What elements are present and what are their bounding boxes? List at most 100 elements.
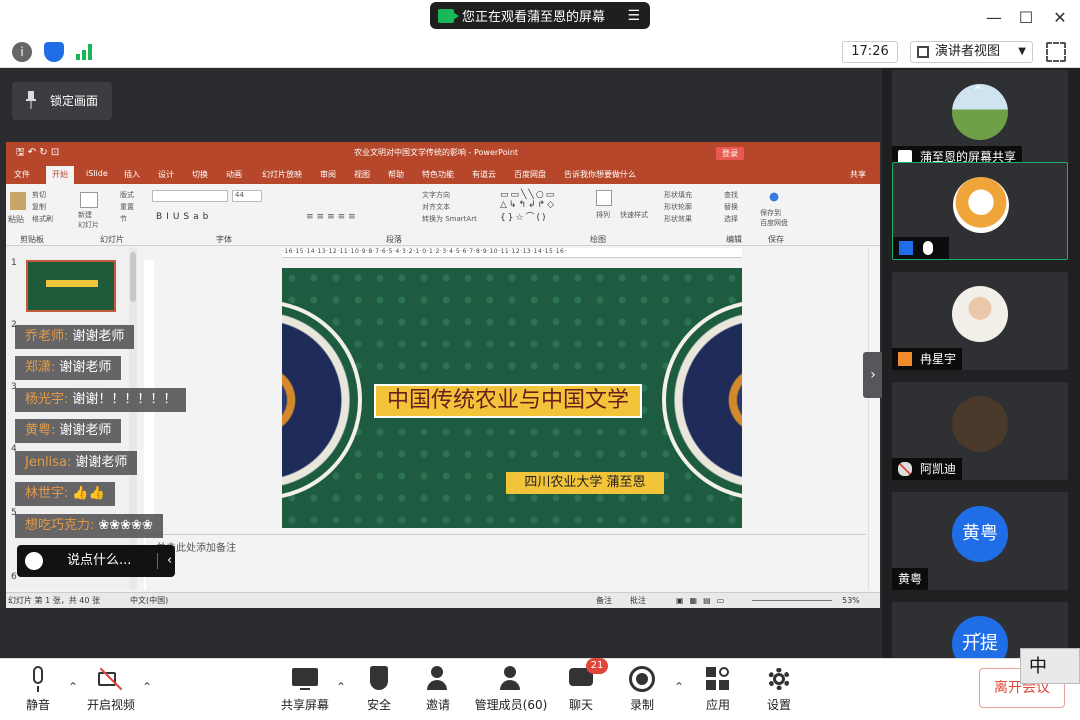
chat-badge: 21 <box>586 658 608 674</box>
login-button[interactable]: 登录 <box>716 147 744 160</box>
comments-toggle[interactable]: 批注 <box>630 593 646 608</box>
slide-thumbnail-1[interactable] <box>26 260 116 312</box>
find-label[interactable]: 查找 <box>724 190 738 200</box>
chevron-down-icon[interactable]: ⌄ <box>972 624 984 640</box>
maximize-icon[interactable]: ☐ <box>1014 6 1038 30</box>
font-format-buttons[interactable]: BIUSab <box>156 212 212 222</box>
tab-youdao[interactable]: 有道云 <box>472 169 496 180</box>
font-name-input[interactable] <box>152 190 228 202</box>
scroll-thumb[interactable] <box>130 252 136 302</box>
reset-label[interactable]: 重置 <box>120 202 134 212</box>
section-label[interactable]: 节 <box>120 214 127 224</box>
ime-indicator[interactable]: 中 <box>1020 648 1080 684</box>
quick-styles-label[interactable]: 快速样式 <box>620 210 648 220</box>
security-shield-icon[interactable] <box>44 42 64 62</box>
zoom-level[interactable]: 53% <box>842 593 860 608</box>
settings-button[interactable]: 设置 <box>744 666 814 713</box>
shape-effects-label[interactable]: 形状效果 <box>664 214 692 224</box>
user-icon <box>898 352 912 366</box>
zoom-slider[interactable] <box>752 600 832 601</box>
tab-islide[interactable]: iSlide <box>86 169 108 178</box>
chevron-up-icon[interactable]: ⌃ <box>972 84 984 100</box>
chevron-up-icon[interactable]: ⌃ <box>142 680 152 694</box>
emoji-icon[interactable] <box>25 552 43 570</box>
close-icon[interactable]: ✕ <box>1048 6 1072 30</box>
manage-members-button[interactable]: 管理成员(60) <box>468 666 554 713</box>
start-video-button[interactable]: 开启视频 <box>76 666 146 713</box>
divider <box>157 553 158 569</box>
tab-file[interactable]: 文件 <box>14 169 30 180</box>
signal-icon[interactable] <box>76 44 94 60</box>
paragraph-buttons[interactable]: ≡≡≡≡≡ <box>306 212 359 222</box>
mute-button[interactable]: 静音 <box>3 666 73 713</box>
chat-button[interactable]: 21 聊天 <box>546 658 616 713</box>
participant-tile[interactable]: 冉星宇 <box>892 272 1068 370</box>
slide-scrollbar[interactable] <box>868 248 880 590</box>
tab-insert[interactable]: 插入 <box>124 169 140 180</box>
ppt-ribbon-tabs: 文件 开始 iSlide 插入 设计 切换 动画 幻灯片放映 审阅 视图 帮助 … <box>6 164 880 184</box>
info-icon[interactable]: i <box>12 42 32 62</box>
apps-button[interactable]: 应用 <box>683 666 753 713</box>
replace-label[interactable]: 替换 <box>724 202 738 212</box>
text-direction-label[interactable]: 文字方向 <box>422 190 450 200</box>
copy-label[interactable]: 复制 <box>32 202 46 212</box>
current-slide[interactable]: 中国传统农业与中国文学 四川农业大学 蒲至恩 <box>282 268 742 528</box>
tab-review[interactable]: 审阅 <box>320 169 336 180</box>
tab-design[interactable]: 设计 <box>158 169 174 180</box>
participant-tile-active[interactable] <box>892 162 1068 260</box>
align-text-label[interactable]: 对齐文本 <box>422 202 450 212</box>
shapes-gallery[interactable]: ▭▭╲╲○▭ △↳↰↲↱◇ {}☆⌒() <box>500 190 580 226</box>
tell-me-search[interactable]: 告诉我你想要做什么 <box>564 169 636 180</box>
participant-tile[interactable]: 黄粤 黄粤 <box>892 492 1068 590</box>
chat-input[interactable]: 说点什么... ‹ <box>17 545 175 577</box>
chat-text: 谢谢老师 <box>59 423 112 438</box>
new-slide-icon[interactable] <box>80 192 98 208</box>
record-button[interactable]: 录制 <box>607 666 677 713</box>
shape-outline-label[interactable]: 形状轮廓 <box>664 202 692 212</box>
tab-features[interactable]: 特色功能 <box>422 169 454 180</box>
participant-name: 阿凯迪 <box>920 462 957 476</box>
font-size-input[interactable]: 44 <box>232 190 262 202</box>
shape-fill-label[interactable]: 形状填充 <box>664 190 692 200</box>
lock-view-button[interactable]: 锁定画面 <box>12 82 112 120</box>
cut-label[interactable]: 剪切 <box>32 190 46 200</box>
participant-tile[interactable]: ⌃ 蒲至恩的屏幕共享 <box>892 70 1068 168</box>
layout-label[interactable]: 版式 <box>120 190 134 200</box>
language-status: 中文(中国) <box>130 596 169 605</box>
tab-slideshow[interactable]: 幻灯片放映 <box>262 169 302 180</box>
tab-home[interactable]: 开始 <box>46 166 74 184</box>
format-painter-label[interactable]: 格式刷 <box>32 214 53 224</box>
ppt-ribbon: 粘贴 剪切 复制 格式刷 新建 幻灯片 版式 重置 节 44 BIUSab ≡≡… <box>6 184 880 246</box>
paste-icon[interactable] <box>10 192 26 210</box>
baidu-cloud-icon[interactable] <box>766 190 782 204</box>
chat-message: 杨光宇: 谢谢！！！！！！ <box>15 388 187 412</box>
chevron-left-icon[interactable]: ‹ <box>167 545 172 577</box>
tab-view[interactable]: 视图 <box>354 169 370 180</box>
menu-icon[interactable]: ☰ <box>627 8 640 24</box>
tab-baidu[interactable]: 百度网盘 <box>514 169 546 180</box>
chat-sender: Jenlisa: <box>25 455 72 470</box>
smartart-label[interactable]: 转换为 SmartArt <box>422 214 477 224</box>
share-screen-button[interactable]: 共享屏幕 <box>270 666 340 713</box>
group-clipboard: 剪贴板 <box>20 235 44 244</box>
notes-toggle[interactable]: 备注 <box>596 593 612 608</box>
tab-transitions[interactable]: 切换 <box>192 169 208 180</box>
tab-animations[interactable]: 动画 <box>226 169 242 180</box>
members-icon <box>498 666 524 692</box>
arrange-icon[interactable] <box>596 190 612 206</box>
slide-counter: 幻灯片 第 1 张，共 40 张 <box>8 596 100 605</box>
tab-help[interactable]: 帮助 <box>388 169 404 180</box>
minimize-icon[interactable]: — <box>982 6 1006 30</box>
save-icon[interactable]: 🖫 ↶ ↻ ⊡ <box>16 142 59 164</box>
collapse-panel-button[interactable]: › <box>863 352 883 398</box>
invite-button[interactable]: 邀请 <box>403 666 473 713</box>
view-buttons[interactable]: ▣▦▤▭ <box>676 593 730 608</box>
screen-share-banner[interactable]: 您正在观看蒲至恩的屏幕 ☰ <box>430 2 650 29</box>
view-mode-select[interactable]: 演讲者视图 ▼ <box>910 41 1033 63</box>
participant-tile[interactable]: 阿凯迪 <box>892 382 1068 480</box>
select-label[interactable]: 选择 <box>724 214 738 224</box>
notes-pane[interactable]: 单击此处添加备注 <box>146 534 866 590</box>
ppt-statusbar: 幻灯片 第 1 张，共 40 张 中文(中国) 备注 批注 ▣▦▤▭ 53% <box>6 592 880 608</box>
ppt-share-button[interactable]: 共享 <box>850 169 866 180</box>
fullscreen-icon[interactable] <box>1046 42 1066 62</box>
